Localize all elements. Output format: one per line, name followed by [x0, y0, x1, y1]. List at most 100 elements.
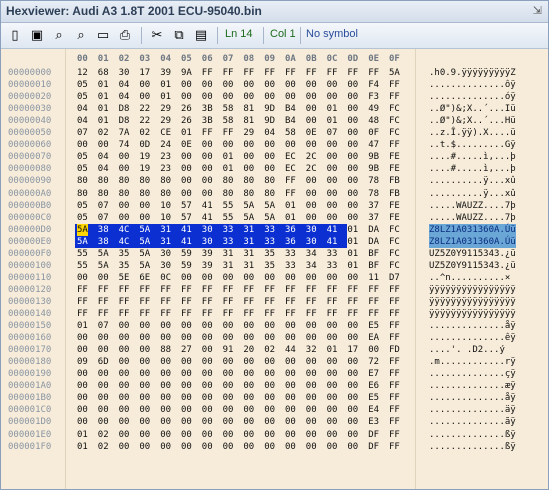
hex-byte[interactable]: 31: [243, 260, 254, 272]
hex-byte[interactable]: 00: [139, 344, 150, 356]
hex-byte[interactable]: 00: [77, 404, 88, 416]
hex-byte[interactable]: DA: [368, 224, 379, 236]
hex-byte[interactable]: 58: [285, 127, 296, 139]
ascii-text[interactable]: Z8LZ1A031360A.Úü: [429, 235, 516, 248]
hex-byte[interactable]: 00: [77, 272, 88, 284]
hex-byte[interactable]: 33: [223, 224, 234, 236]
hex-byte[interactable]: FC: [389, 103, 400, 115]
hex-byte[interactable]: 07: [77, 127, 88, 139]
hex-byte[interactable]: 00: [119, 416, 130, 428]
hex-byte[interactable]: 38: [98, 236, 109, 248]
hex-byte[interactable]: FF: [139, 296, 150, 308]
cut-icon[interactable]: ✂: [148, 26, 166, 44]
hex-byte[interactable]: E7: [368, 368, 379, 380]
hex-byte[interactable]: 41: [327, 224, 338, 236]
hex-byte[interactable]: 00: [243, 441, 254, 453]
hex-byte[interactable]: 5A: [139, 224, 150, 236]
hex-byte[interactable]: 20: [243, 344, 254, 356]
hex-byte[interactable]: 26: [181, 115, 192, 127]
hex-byte[interactable]: 00: [160, 441, 171, 453]
hex-byte[interactable]: 80: [139, 175, 150, 187]
hex-byte[interactable]: 00: [181, 380, 192, 392]
hex-byte[interactable]: F4: [368, 79, 379, 91]
hex-byte[interactable]: 0E: [181, 139, 192, 151]
hex-byte[interactable]: 00: [306, 79, 317, 91]
hex-byte[interactable]: FD: [389, 344, 400, 356]
hex-byte[interactable]: 00: [306, 188, 317, 200]
hex-byte[interactable]: 38: [98, 224, 109, 236]
hex-byte[interactable]: 00: [202, 344, 213, 356]
hex-byte[interactable]: FF: [327, 296, 338, 308]
hex-byte[interactable]: 57: [181, 200, 192, 212]
hex-byte[interactable]: 00: [181, 272, 192, 284]
hex-byte[interactable]: 49: [368, 103, 379, 115]
hex-byte[interactable]: FC: [389, 248, 400, 260]
hex-byte[interactable]: 55: [77, 248, 88, 260]
hex-byte[interactable]: 00: [306, 416, 317, 428]
hex-byte[interactable]: 00: [285, 392, 296, 404]
hex-byte[interactable]: 80: [77, 175, 88, 187]
hex-byte[interactable]: FF: [202, 127, 213, 139]
hex-byte[interactable]: FF: [347, 67, 358, 79]
hex-byte[interactable]: 00: [347, 79, 358, 91]
hex-byte[interactable]: 00: [264, 441, 275, 453]
hex-byte[interactable]: 00: [139, 392, 150, 404]
hex-byte[interactable]: 00: [285, 404, 296, 416]
hex-byte[interactable]: 02: [98, 429, 109, 441]
hex-byte[interactable]: 00: [202, 91, 213, 103]
hex-byte[interactable]: 00: [160, 332, 171, 344]
hex-byte[interactable]: 33: [264, 236, 275, 248]
hex-byte[interactable]: 00: [285, 139, 296, 151]
hex-byte[interactable]: 17: [347, 344, 358, 356]
hex-byte[interactable]: 00: [264, 380, 275, 392]
hex-byte[interactable]: 00: [327, 175, 338, 187]
hex-byte[interactable]: 00: [243, 416, 254, 428]
hex-byte[interactable]: 7A: [119, 127, 130, 139]
hex-byte[interactable]: FB: [389, 175, 400, 187]
hex-byte[interactable]: FF: [285, 308, 296, 320]
hex-byte[interactable]: 00: [98, 416, 109, 428]
hex-byte[interactable]: FF: [389, 429, 400, 441]
hex-byte[interactable]: 58: [223, 103, 234, 115]
hex-byte[interactable]: FF: [160, 284, 171, 296]
hex-byte[interactable]: 00: [77, 380, 88, 392]
hex-byte[interactable]: 00: [327, 212, 338, 224]
hex-byte[interactable]: 00: [327, 368, 338, 380]
hex-byte[interactable]: 80: [119, 188, 130, 200]
hex-byte[interactable]: FF: [285, 188, 296, 200]
hex-byte[interactable]: 07: [98, 200, 109, 212]
hex-byte[interactable]: 00: [306, 175, 317, 187]
hex-byte[interactable]: 00: [181, 332, 192, 344]
hex-byte[interactable]: FF: [347, 296, 358, 308]
hex-byte[interactable]: 00: [119, 429, 130, 441]
hex-byte[interactable]: 41: [327, 236, 338, 248]
hex-byte[interactable]: FB: [389, 188, 400, 200]
hex-byte[interactable]: FF: [306, 67, 317, 79]
hex-byte[interactable]: 01: [327, 344, 338, 356]
hex-byte[interactable]: 02: [98, 441, 109, 453]
hex-byte[interactable]: 00: [202, 272, 213, 284]
hex-byte[interactable]: 0F: [368, 127, 379, 139]
hex-byte[interactable]: 05: [77, 91, 88, 103]
pin-icon[interactable]: ⇲: [533, 4, 542, 17]
hex-byte[interactable]: 00: [306, 392, 317, 404]
hex-byte[interactable]: 00: [347, 356, 358, 368]
hex-byte[interactable]: 3B: [202, 103, 213, 115]
hex-byte[interactable]: 02: [98, 127, 109, 139]
hex-byte[interactable]: 07: [98, 212, 109, 224]
ascii-text[interactable]: ..............êÿ: [429, 332, 516, 344]
ascii-text[interactable]: ..............óÿ: [429, 91, 516, 103]
hex-byte[interactable]: 00: [119, 163, 130, 175]
hex-byte[interactable]: 00: [327, 441, 338, 453]
hex-view[interactable]: 00 01 02 03 04 05 06 07 08 09 0A 0B 0C 0D 0E 0F 00000000…: [1, 49, 548, 489]
hex-byte[interactable]: 04: [119, 79, 130, 91]
hex-byte[interactable]: 5A: [98, 248, 109, 260]
ascii-text[interactable]: .m............rÿ: [429, 356, 516, 368]
hex-byte[interactable]: 00: [139, 91, 150, 103]
hex-byte[interactable]: 00: [347, 429, 358, 441]
hex-byte[interactable]: 00: [181, 320, 192, 332]
hex-byte[interactable]: 00: [243, 91, 254, 103]
hex-byte[interactable]: 00: [306, 356, 317, 368]
hex-byte[interactable]: 00: [223, 404, 234, 416]
hex-byte[interactable]: 00: [285, 320, 296, 332]
